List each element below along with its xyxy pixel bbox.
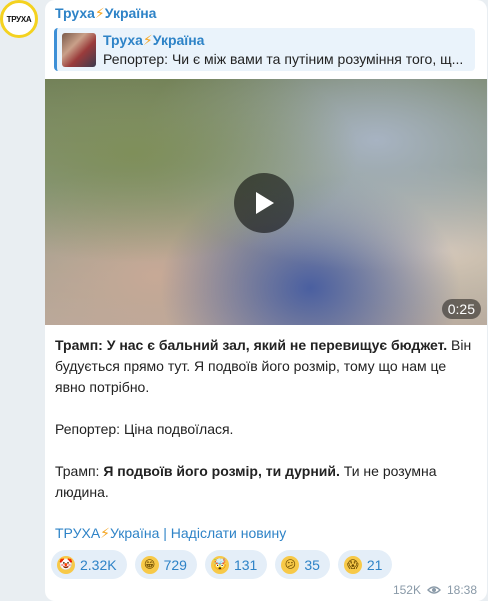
reactions-bar: 🤡 2.32K 😁 729 🤯 131 😕 35 😱 21 <box>51 550 393 579</box>
video-player[interactable]: 0:25 <box>45 79 487 325</box>
channel-avatar[interactable]: ТРУХА <box>0 0 38 38</box>
reaction-screaming[interactable]: 😱 21 <box>337 550 393 579</box>
footer-link[interactable]: ТРУХА⚡Україна | Надіслати новину <box>55 525 286 542</box>
paragraph-3: Трамп: Я подвоїв його розмір, ти дурний.… <box>55 463 437 500</box>
quote-thumbnail <box>62 33 96 67</box>
reaction-exploding-head[interactable]: 🤯 131 <box>204 550 268 579</box>
play-icon <box>256 192 274 214</box>
reaction-grin[interactable]: 😁 729 <box>134 550 197 579</box>
paragraph-1: Трамп: У нас є бальний зал, який не пере… <box>55 337 472 395</box>
message-meta: 152K 18:38 <box>393 583 477 597</box>
lightning-icon: ⚡ <box>100 525 110 541</box>
grinning-face-icon: 😁 <box>140 555 159 574</box>
lightning-icon: ⚡ <box>142 32 153 48</box>
confused-face-icon: 😕 <box>281 555 300 574</box>
video-duration: 0:25 <box>441 299 481 319</box>
avatar-logo-text: ТРУХА <box>6 14 32 24</box>
message-text: Трамп: У нас є бальний зал, який не пере… <box>55 335 475 524</box>
paragraph-2: Репортер: Ціна подвоїлася. <box>55 421 234 437</box>
quoted-message[interactable]: Труха⚡Україна Репортер: Чи є між вами та… <box>54 28 475 71</box>
quote-author: Труха⚡Україна <box>103 32 205 48</box>
screaming-face-icon: 😱 <box>343 555 362 574</box>
clown-face-icon: 🤡 <box>57 555 75 574</box>
lightning-icon: ⚡ <box>94 5 105 21</box>
quote-text: Репортер: Чи є між вами та путіним розум… <box>103 51 464 67</box>
eye-icon <box>426 586 441 594</box>
play-button[interactable] <box>234 173 294 233</box>
message-bubble: Труха⚡Україна Труха⚡Україна Репортер: Чи… <box>45 0 487 601</box>
exploding-head-icon: 🤯 <box>210 555 229 574</box>
reaction-confused[interactable]: 😕 35 <box>275 550 330 579</box>
view-count: 152K <box>392 583 421 597</box>
reaction-clown[interactable]: 🤡 2.32K <box>51 550 127 579</box>
message-time: 18:38 <box>446 583 477 597</box>
channel-name[interactable]: Труха⚡Україна <box>55 5 156 22</box>
